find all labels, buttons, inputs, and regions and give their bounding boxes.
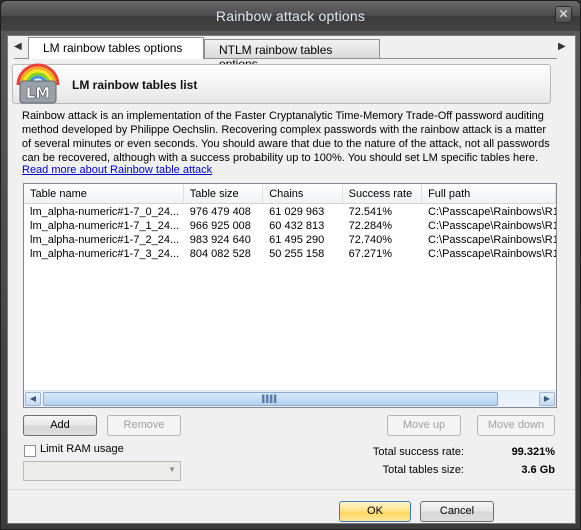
column-header-table-size[interactable]: Table size	[184, 184, 264, 204]
tab-lm-rainbow-tables[interactable]: LM rainbow tables options	[28, 37, 204, 59]
cell-table-name: lm_alpha-numeric#1-7_1_24...	[30, 220, 180, 232]
cell-table-size: 983 924 640	[189, 234, 251, 246]
cell-success-rate: 72.541%	[348, 206, 393, 218]
scroll-right-button[interactable]: ▶	[539, 392, 555, 406]
limit-ram-label[interactable]: Limit RAM usage	[40, 443, 124, 455]
table-body: lm_alpha-numeric#1-7_0_24... 976 479 408…	[24, 205, 556, 261]
cancel-button[interactable]: Cancel	[420, 501, 494, 522]
column-header-table-name[interactable]: Table name	[24, 184, 184, 204]
cell-table-name: lm_alpha-numeric#1-7_0_24...	[30, 206, 180, 218]
close-icon: ✕	[558, 7, 569, 21]
cell-chains: 61 029 963	[269, 206, 325, 218]
cell-full-path: C:\Passcape\Rainbows\R1	[428, 220, 556, 232]
remove-button[interactable]: Remove	[107, 415, 181, 436]
table-row[interactable]: lm_alpha-numeric#1-7_1_24... 966 925 008…	[24, 219, 556, 233]
scrollbar-thumb[interactable]: ▌▌▌▌	[43, 392, 498, 406]
section-title: LM rainbow tables list	[72, 78, 198, 92]
total-tables-size-value: 3.6 Gb	[521, 464, 555, 476]
move-down-button[interactable]: Move down	[477, 415, 555, 436]
cell-table-size: 804 082 528	[189, 248, 251, 260]
cell-chains: 61 495 290	[269, 234, 325, 246]
cell-table-name: lm_alpha-numeric#1-7_3_24...	[30, 248, 180, 260]
cell-table-size: 966 925 008	[189, 220, 251, 232]
dialog-client-area: ◀ LM rainbow tables options NTLM rainbow…	[7, 35, 576, 524]
chevron-down-icon: ▼	[168, 465, 176, 474]
chevron-left-icon: ◀	[29, 394, 37, 403]
rainbow-lm-logo-icon: LM	[15, 57, 61, 107]
horizontal-scrollbar[interactable]: ◀ ▌▌▌▌ ▶	[24, 390, 556, 407]
title-bar[interactable]: Rainbow attack options ✕	[1, 1, 580, 31]
cell-chains: 50 255 158	[269, 248, 325, 260]
tab-scroll-left-icon[interactable]: ◀	[14, 41, 22, 52]
tab-label: LM rainbow tables options	[43, 41, 183, 55]
table-row[interactable]: lm_alpha-numeric#1-7_2_24... 983 924 640…	[24, 233, 556, 247]
scroll-left-button[interactable]: ◀	[25, 392, 41, 406]
cell-success-rate: 67.271%	[348, 248, 393, 260]
total-success-rate-label: Total success rate:	[372, 446, 464, 458]
cell-success-rate: 72.284%	[348, 220, 393, 232]
table-row[interactable]: lm_alpha-numeric#1-7_3_24... 804 082 528…	[24, 247, 556, 261]
total-tables-size-label: Total tables size:	[382, 464, 464, 476]
logo-text: LM	[26, 84, 51, 102]
limit-ram-checkbox[interactable]	[24, 445, 36, 457]
tab-ntlm-rainbow-tables[interactable]: NTLM rainbow tables options	[204, 39, 380, 71]
cell-table-size: 976 479 408	[189, 206, 251, 218]
cell-full-path: C:\Passcape\Rainbows\R1	[428, 234, 556, 246]
cell-chains: 60 432 813	[269, 220, 325, 232]
cell-full-path: C:\Passcape\Rainbows\R1	[428, 248, 556, 260]
window-title: Rainbow attack options	[215, 8, 366, 24]
tab-scroll-right-icon[interactable]: ▶	[558, 41, 566, 52]
rainbow-tables-list[interactable]: Table name Table size Chains Success rat…	[23, 183, 557, 408]
footer-separator	[8, 489, 575, 490]
column-header-full-path[interactable]: Full path	[422, 184, 557, 204]
dialog-window: Rainbow attack options ✕ ◀ LM rainbow ta…	[0, 0, 581, 530]
column-header-chains[interactable]: Chains	[263, 184, 343, 204]
cell-success-rate: 72.740%	[348, 234, 393, 246]
ok-button[interactable]: OK	[339, 501, 411, 522]
table-header: Table name Table size Chains Success rat…	[24, 184, 557, 204]
section-header: LM LM rainbow tables list	[12, 63, 551, 104]
chevron-right-icon: ▶	[543, 394, 551, 403]
table-row[interactable]: lm_alpha-numeric#1-7_0_24... 976 479 408…	[24, 205, 556, 219]
description-text: Rainbow attack is an implementation of t…	[22, 110, 550, 164]
move-up-button[interactable]: Move up	[387, 415, 461, 436]
cell-full-path: C:\Passcape\Rainbows\R1	[428, 206, 556, 218]
column-header-success-rate[interactable]: Success rate	[343, 184, 423, 204]
add-button[interactable]: Add	[23, 415, 97, 436]
grip-icon: ▌▌▌▌	[262, 396, 279, 403]
total-success-rate-value: 99.321%	[511, 446, 555, 458]
close-button[interactable]: ✕	[555, 6, 572, 23]
ram-limit-dropdown[interactable]: ▼	[23, 461, 181, 481]
cell-table-name: lm_alpha-numeric#1-7_2_24...	[30, 234, 180, 246]
read-more-link[interactable]: Read more about Rainbow table attack	[22, 164, 212, 176]
